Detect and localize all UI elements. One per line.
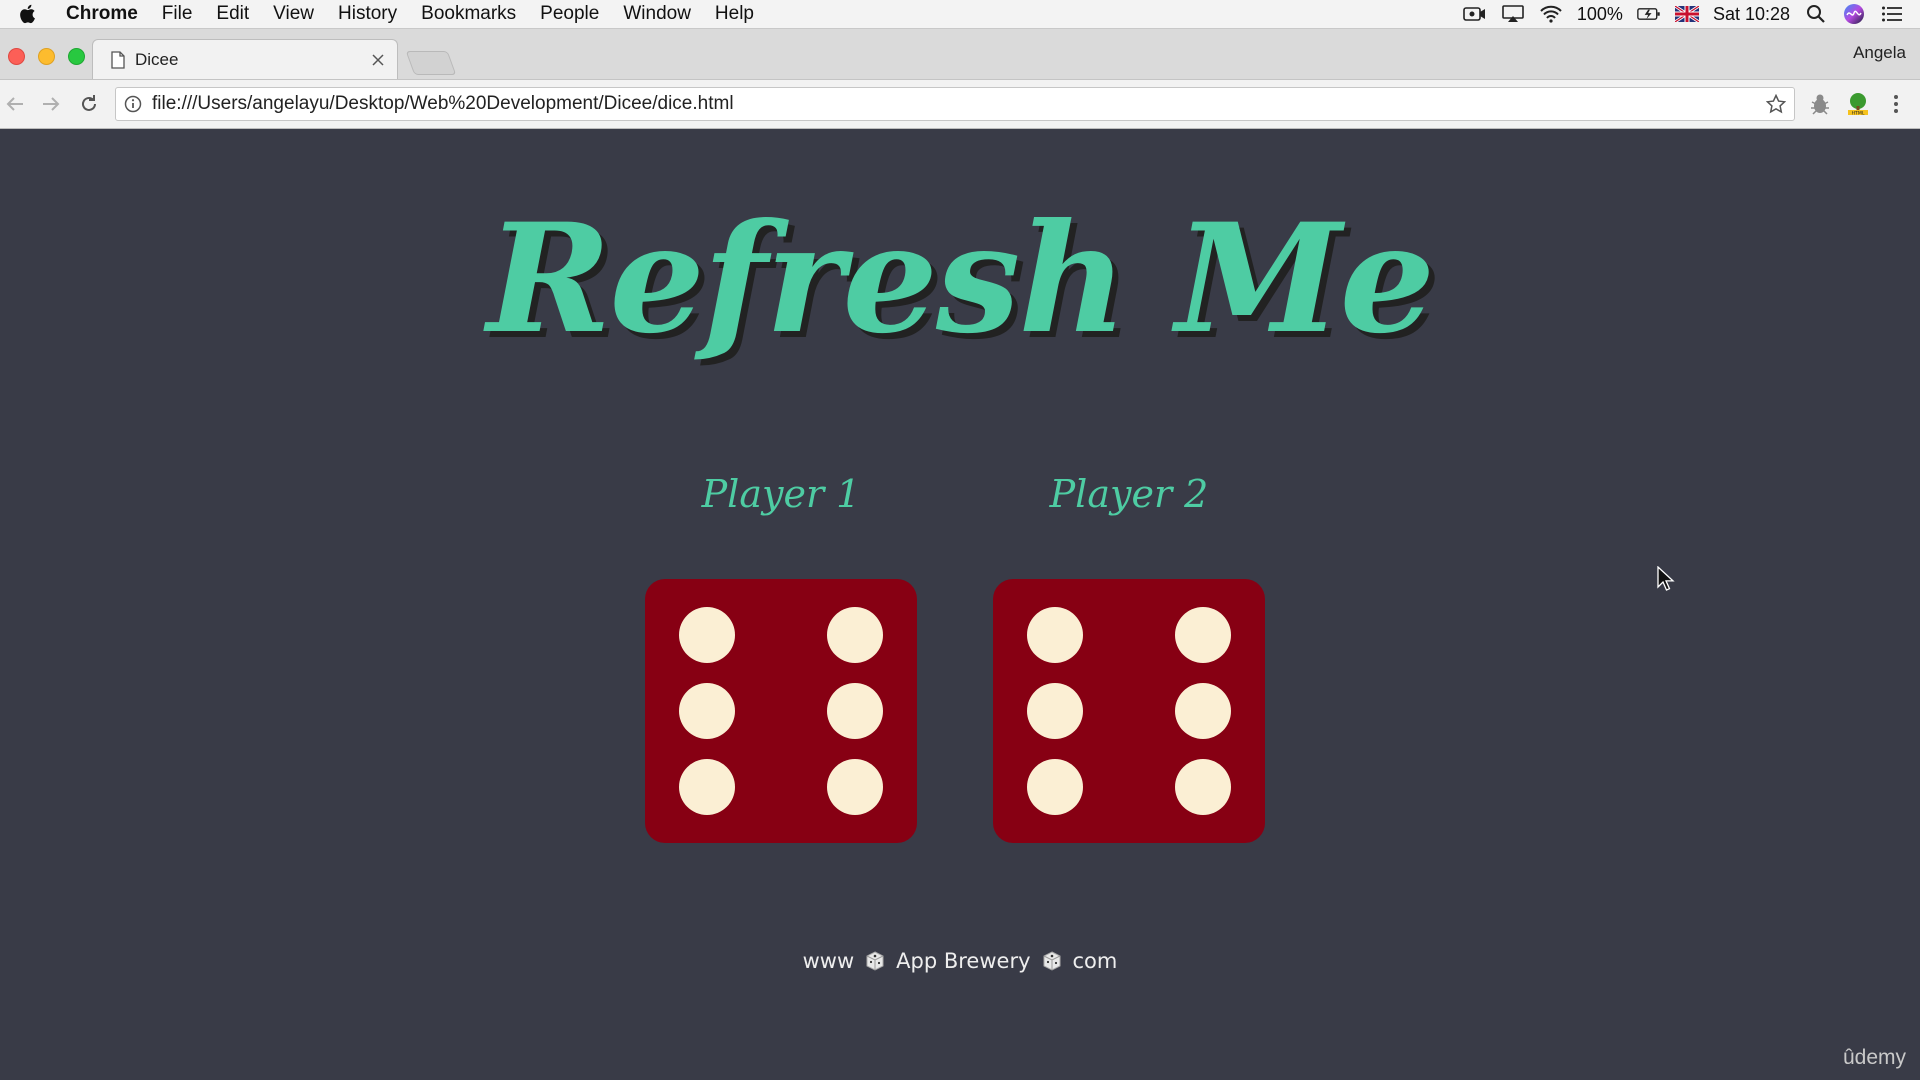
window-minimize-button[interactable] xyxy=(38,48,55,65)
player-1-label: Player 1 xyxy=(701,472,861,516)
udemy-watermark: ûdemy xyxy=(1842,1046,1906,1069)
wifi-icon[interactable] xyxy=(1539,4,1563,24)
window-close-button[interactable] xyxy=(8,48,25,65)
die-pip xyxy=(827,683,883,739)
menu-file[interactable]: File xyxy=(150,0,205,28)
player-1-dice-image xyxy=(645,579,917,843)
tab-close-icon[interactable] xyxy=(369,51,387,69)
bookmark-star-icon[interactable] xyxy=(1766,94,1786,114)
page-viewport: Refresh Me Player 1 Player 2 www App Bre… xyxy=(0,129,1920,1080)
spotlight-search-icon[interactable] xyxy=(1804,4,1828,24)
reload-icon[interactable] xyxy=(78,93,100,115)
footer-app-brewery[interactable]: App Brewery xyxy=(896,949,1030,973)
back-arrow-icon[interactable] xyxy=(4,93,26,115)
die-pip xyxy=(827,607,883,663)
die-pip xyxy=(679,683,735,739)
menu-people[interactable]: People xyxy=(528,0,611,28)
window-maximize-button[interactable] xyxy=(68,48,85,65)
battery-icon[interactable] xyxy=(1637,4,1661,24)
page-document-icon xyxy=(111,50,125,69)
forward-arrow-icon[interactable] xyxy=(40,93,62,115)
html-tree-extension-icon[interactable]: HTML xyxy=(1846,92,1870,116)
notification-center-icon[interactable] xyxy=(1880,4,1904,24)
footer-com: com xyxy=(1072,949,1118,973)
svg-text:HTML: HTML xyxy=(1852,110,1865,116)
menu-bookmarks[interactable]: Bookmarks xyxy=(409,0,528,28)
small-dice-icon xyxy=(866,951,884,971)
menu-history[interactable]: History xyxy=(326,0,409,28)
new-tab-button[interactable] xyxy=(405,51,457,75)
player-2-label-wrap: Player 2 xyxy=(993,464,1265,524)
die-pip xyxy=(1175,683,1231,739)
die-pip xyxy=(1175,759,1231,815)
menu-help[interactable]: Help xyxy=(703,0,766,28)
mouse-cursor-icon xyxy=(1657,566,1675,591)
menu-edit[interactable]: Edit xyxy=(204,0,261,28)
menu-app-name[interactable]: Chrome xyxy=(54,0,150,28)
die-pip xyxy=(1027,607,1083,663)
menubar-clock[interactable]: Sat 10:28 xyxy=(1713,4,1790,25)
battery-percentage: 100% xyxy=(1576,3,1623,24)
die-pip xyxy=(1175,607,1231,663)
browser-toolbar: file:///Users/angelayu/Desktop/Web%20Dev… xyxy=(0,80,1920,129)
browser-tab-dicee[interactable]: Dicee xyxy=(92,39,398,79)
player-2-label: Player 2 xyxy=(1049,472,1209,516)
apple-menu-icon[interactable] xyxy=(0,4,54,24)
tab-title: Dicee xyxy=(135,49,179,69)
browser-tab-strip: Dicee Angela xyxy=(0,29,1920,80)
bug-extension-icon[interactable] xyxy=(1808,92,1832,116)
die-pip xyxy=(1027,759,1083,815)
profile-name[interactable]: Angela xyxy=(1853,43,1906,63)
player-1-label-wrap: Player 1 xyxy=(645,464,917,524)
menu-window[interactable]: Window xyxy=(611,0,703,28)
page-title: Refresh Me xyxy=(486,191,1435,367)
footer-credit: www App Brewery com xyxy=(0,949,1920,973)
siri-icon[interactable] xyxy=(1842,4,1866,24)
uk-flag-icon[interactable] xyxy=(1674,4,1699,24)
window-controls xyxy=(8,48,85,65)
screen-record-icon[interactable] xyxy=(1463,4,1487,24)
menu-view[interactable]: View xyxy=(261,0,326,28)
small-dice-icon xyxy=(1043,951,1061,971)
url-text[interactable]: file:///Users/angelayu/Desktop/Web%20Dev… xyxy=(152,93,734,115)
player-2-dice-image xyxy=(993,579,1265,843)
airplay-icon[interactable] xyxy=(1501,4,1525,24)
address-bar[interactable]: file:///Users/angelayu/Desktop/Web%20Dev… xyxy=(115,87,1795,121)
macos-menu-bar: Chrome File Edit View History Bookmarks … xyxy=(0,0,1920,29)
die-pip xyxy=(679,759,735,815)
die-pip xyxy=(827,759,883,815)
footer-www: www xyxy=(802,949,855,973)
site-info-icon[interactable] xyxy=(124,95,142,113)
die-pip xyxy=(1027,683,1083,739)
chrome-menu-icon[interactable] xyxy=(1884,92,1908,116)
die-pip xyxy=(679,607,735,663)
